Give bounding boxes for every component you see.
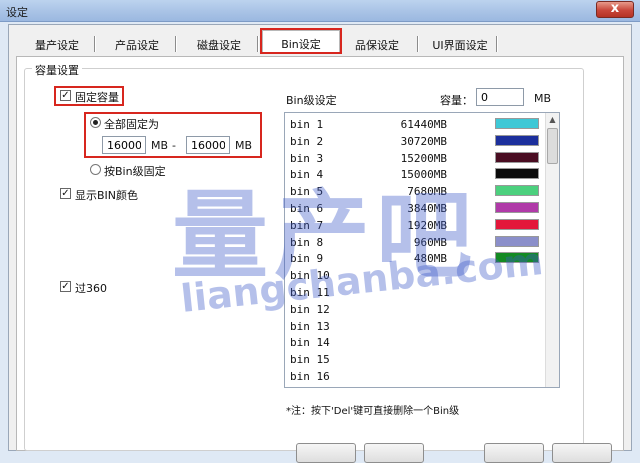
all-fixed-radio[interactable] bbox=[90, 117, 101, 128]
bin-name: bin 14 bbox=[290, 336, 330, 350]
tab-separator bbox=[496, 36, 498, 52]
bin-capacity-label: 容量： bbox=[440, 94, 473, 107]
show-bin-color-label: 显示BIN颜色 bbox=[75, 189, 139, 202]
over360-label: 过360 bbox=[75, 282, 107, 295]
tab-quality[interactable]: 品保设定 bbox=[350, 34, 404, 54]
bottom-button-3[interactable] bbox=[484, 443, 544, 463]
tab-separator bbox=[175, 36, 177, 52]
bin-capacity: 61440MB bbox=[400, 118, 447, 131]
bottom-button-1[interactable] bbox=[296, 443, 356, 463]
bin-name: bin 13 bbox=[290, 319, 330, 333]
tab-mass-production[interactable]: 量产设定 bbox=[32, 34, 82, 54]
table-row[interactable]: bin 3 15200MB bbox=[285, 150, 547, 167]
tab-product[interactable]: 产品设定 bbox=[110, 34, 164, 54]
table-row[interactable]: bin 1 61440MB bbox=[285, 116, 547, 133]
title-bar: 设定 x bbox=[0, 0, 640, 22]
scroll-thumb[interactable] bbox=[547, 128, 558, 164]
bin-capacity-input[interactable] bbox=[476, 88, 524, 106]
tab-separator bbox=[257, 36, 259, 52]
capacity-group-title: 容量设置 bbox=[32, 62, 82, 78]
bin-color-swatch[interactable] bbox=[495, 151, 539, 163]
tab-ui[interactable]: UI界面设定 bbox=[428, 34, 492, 54]
bin-color-swatch[interactable] bbox=[495, 168, 539, 180]
table-row[interactable]: bin 13 bbox=[285, 318, 547, 335]
tab-separator bbox=[417, 36, 419, 52]
fixed-capacity-checkbox[interactable]: ✓ bbox=[60, 90, 71, 101]
bin-capacity: 30720MB bbox=[400, 134, 447, 148]
bin-color-swatch[interactable] bbox=[495, 118, 539, 129]
bottom-button-4[interactable] bbox=[552, 443, 612, 463]
bin-color-swatch[interactable] bbox=[495, 202, 539, 213]
show-bin-color-checkbox[interactable]: ✓ bbox=[60, 188, 71, 199]
table-row[interactable]: bin 15 bbox=[285, 351, 547, 368]
table-row[interactable]: bin 16 bbox=[285, 368, 547, 385]
bin-capacity-unit: MB bbox=[534, 92, 552, 105]
window-title: 设定 bbox=[6, 6, 28, 19]
bin-color-swatch[interactable] bbox=[495, 218, 539, 230]
by-bin-label: 按Bin级固定 bbox=[104, 165, 166, 178]
max-unit-label: MB bbox=[235, 139, 253, 152]
close-button[interactable]: x bbox=[596, 1, 634, 18]
scroll-up-icon[interactable]: ▲ bbox=[546, 113, 559, 127]
table-row[interactable]: bin 2 30720MB bbox=[285, 133, 547, 150]
highlight-bin-tab bbox=[260, 28, 342, 54]
range-dash: - bbox=[172, 139, 176, 152]
bin-name: bin 3 bbox=[290, 151, 324, 165]
bin-color-swatch[interactable] bbox=[495, 134, 539, 146]
fixed-capacity-label: 固定容量 bbox=[75, 91, 119, 104]
by-bin-radio[interactable] bbox=[90, 164, 101, 175]
bottom-button-2[interactable] bbox=[364, 443, 424, 463]
bin-name: bin 1 bbox=[290, 118, 324, 131]
table-row[interactable]: bin 14 bbox=[285, 334, 547, 351]
delete-note: *注：按下'Del'键可直接删除一个Bin级 bbox=[286, 406, 460, 417]
bin-list-scrollbar[interactable]: ▲ bbox=[545, 113, 559, 387]
all-fixed-label: 全部固定为 bbox=[104, 118, 159, 131]
table-row[interactable]: bin 17 bbox=[285, 385, 547, 388]
min-capacity-input[interactable] bbox=[102, 136, 146, 154]
bin-settings-title: Bin级设定 bbox=[286, 94, 337, 107]
bin-capacity: 15200MB bbox=[400, 151, 447, 165]
over360-checkbox[interactable]: ✓ bbox=[60, 281, 71, 292]
max-capacity-input[interactable] bbox=[186, 136, 230, 154]
bin-name: bin 15 bbox=[290, 353, 330, 367]
bin-color-swatch[interactable] bbox=[495, 185, 539, 197]
min-unit-label: MB bbox=[151, 139, 169, 152]
bin-name: bin 17 bbox=[290, 387, 330, 388]
bin-name: bin 2 bbox=[290, 134, 324, 148]
tab-disk[interactable]: 磁盘设定 bbox=[192, 34, 246, 54]
bin-name: bin 16 bbox=[290, 370, 330, 383]
tab-separator bbox=[94, 36, 96, 52]
